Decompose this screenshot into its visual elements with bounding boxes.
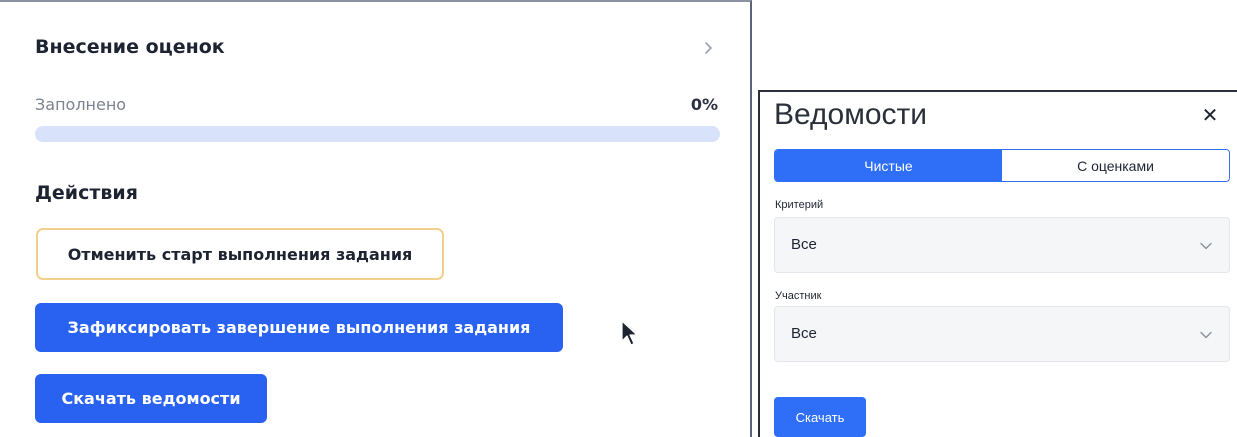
criterion-label: Критерий — [775, 199, 824, 211]
cancel-start-button[interactable]: Отменить старт выполнения задания — [36, 228, 444, 280]
modal-title: Ведомости — [774, 98, 928, 131]
criterion-select[interactable]: Все — [774, 217, 1230, 273]
grading-panel: Внесение оценок Заполнено 0% Действия От… — [0, 0, 752, 437]
close-icon[interactable]: ✕ — [1199, 103, 1221, 127]
download-statements-button[interactable]: Скачать ведомости — [35, 374, 267, 423]
statements-modal: Ведомости ✕ Чистые С оценками Критерий В… — [758, 90, 1237, 437]
participant-select[interactable]: Все — [774, 306, 1230, 362]
actions-heading: Действия — [35, 182, 138, 204]
progress-bar — [35, 126, 720, 142]
download-button[interactable]: Скачать — [774, 397, 866, 437]
mouse-cursor-icon — [621, 320, 638, 346]
chevron-down-icon — [1200, 331, 1212, 339]
tab-with-grades[interactable]: С оценками — [1002, 150, 1229, 181]
filled-label: Заполнено — [35, 95, 127, 114]
filled-value: 0% — [690, 95, 718, 114]
participant-value: Все — [791, 325, 817, 342]
finish-task-button[interactable]: Зафиксировать завершение выполнения зада… — [35, 303, 563, 352]
participant-label: Участник — [775, 290, 822, 302]
criterion-value: Все — [791, 236, 817, 253]
statement-type-toggle: Чистые С оценками — [774, 149, 1230, 182]
chevron-right-icon[interactable] — [700, 40, 716, 56]
chevron-down-icon — [1200, 242, 1212, 250]
tab-clean[interactable]: Чистые — [775, 150, 1002, 181]
grading-title[interactable]: Внесение оценок — [35, 36, 225, 58]
